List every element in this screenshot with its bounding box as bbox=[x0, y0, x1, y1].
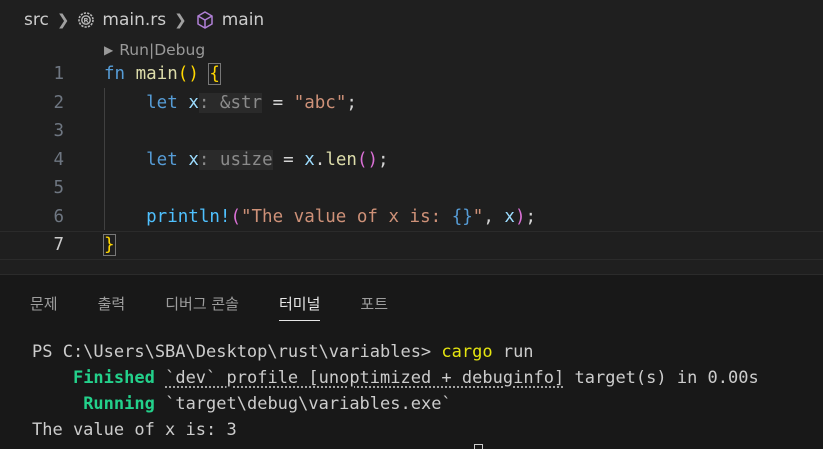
rust-gear-icon: R bbox=[77, 11, 95, 29]
code-token: " bbox=[472, 206, 484, 227]
tab-ports[interactable]: 포트 bbox=[360, 275, 388, 331]
breadcrumb-file[interactable]: R main.rs bbox=[77, 10, 166, 30]
code-text: let x: usize = x.len(); bbox=[104, 149, 389, 170]
code-line[interactable]: 5 bbox=[0, 174, 823, 203]
code-line[interactable]: 6 println!("The value of x is: {}", x); bbox=[0, 203, 823, 232]
code-token: ( bbox=[230, 206, 241, 227]
code-token: ; bbox=[378, 149, 389, 170]
code-token: { bbox=[208, 63, 221, 86]
terminal-finished-label: Finished bbox=[72, 368, 155, 388]
tab-debug-console[interactable]: 디버그 콘솔 bbox=[165, 275, 239, 331]
code-token: len bbox=[325, 149, 357, 170]
code-token: x bbox=[188, 92, 199, 113]
tab-output[interactable]: 출력 bbox=[98, 275, 126, 331]
terminal-command-args: run bbox=[492, 342, 534, 362]
chevron-right-icon: ❯ bbox=[174, 11, 187, 29]
svg-text:R: R bbox=[84, 17, 89, 25]
code-text: } bbox=[103, 234, 116, 257]
code-token: x bbox=[504, 206, 515, 227]
terminal-line-running: Running `target\debug\variables.exe` bbox=[0, 391, 823, 417]
code-token: ) bbox=[514, 206, 526, 227]
terminal-line-command: PS C:\Users\SBA\Desktop\rust\variables> … bbox=[0, 339, 823, 365]
code-token: fn bbox=[104, 64, 126, 85]
breadcrumb: src ❯ R main.rs ❯ main bbox=[0, 0, 823, 40]
code-line[interactable]: 4 let x: usize = x.len(); bbox=[0, 146, 823, 175]
terminal-finished-detail: target(s) in 0.00s bbox=[564, 368, 759, 388]
terminal-prompt: PS C:\Users\SBA\Desktop\rust\variables> bbox=[32, 342, 442, 362]
terminal-cursor bbox=[474, 444, 483, 449]
terminal-running-label: Running bbox=[83, 394, 155, 414]
breadcrumb-symbol[interactable]: main bbox=[195, 10, 264, 30]
panel-tabs: 문제 출력 디버그 콘솔 터미널 포트 bbox=[0, 275, 428, 331]
code-line[interactable]: 2 let x: &str = "abc"; bbox=[0, 89, 823, 118]
code-token: let bbox=[104, 92, 178, 113]
terminal-finished-detail-link[interactable]: `dev` profile [unoptimized + debuginfo] bbox=[165, 368, 564, 388]
code-token: () bbox=[356, 149, 379, 170]
terminal-line-output: The value of x is: 3 bbox=[0, 417, 823, 443]
terminal-running-detail: `target\debug\variables.exe` bbox=[165, 394, 452, 414]
code-token: , bbox=[483, 206, 505, 227]
terminal-output: The value of x is: 3 bbox=[32, 420, 237, 440]
breadcrumb-folder[interactable]: src bbox=[24, 10, 49, 30]
code-token: } bbox=[103, 234, 116, 257]
bottom-panel: 문제 출력 디버그 콘솔 터미널 포트 PS C:\Users\SBA\Desk… bbox=[0, 274, 823, 449]
code-token: = bbox=[262, 92, 294, 113]
line-number: 5 bbox=[53, 178, 64, 199]
code-token: main bbox=[135, 64, 178, 85]
code-token: : &str bbox=[198, 92, 263, 113]
code-text: fn main() { bbox=[104, 63, 221, 86]
code-line[interactable]: 1 fn main() { bbox=[0, 60, 823, 89]
code-token: "The value of x is: bbox=[240, 206, 452, 227]
line-number: 6 bbox=[53, 206, 64, 227]
code-token: x bbox=[188, 149, 199, 170]
line-number: 3 bbox=[53, 121, 64, 142]
code-token: println! bbox=[104, 206, 231, 227]
code-token: "abc" bbox=[293, 92, 347, 113]
terminal-line-finished: Finished `dev` profile [unoptimized + de… bbox=[0, 365, 823, 391]
code-token: : usize bbox=[198, 149, 273, 170]
code-token: x bbox=[304, 149, 315, 170]
code-token: () bbox=[177, 64, 199, 85]
terminal[interactable]: PS C:\Users\SBA\Desktop\rust\variables> … bbox=[0, 339, 823, 443]
codelens: ▶ Run | Debug bbox=[104, 40, 205, 60]
code-text: println!("The value of x is: {}", x); bbox=[104, 207, 536, 227]
code-token: let bbox=[104, 149, 178, 170]
chevron-right-icon: ❯ bbox=[56, 11, 70, 29]
code-line[interactable]: 7} bbox=[0, 231, 823, 260]
code-token: = bbox=[272, 149, 305, 170]
tab-terminal[interactable]: 터미널 bbox=[279, 275, 321, 331]
line-number: 4 bbox=[53, 149, 64, 170]
code-text: let x: &str = "abc"; bbox=[104, 92, 357, 113]
code-token: ; bbox=[346, 92, 357, 113]
terminal-command: cargo bbox=[441, 342, 493, 362]
line-number: 2 bbox=[53, 92, 64, 113]
cube-icon bbox=[195, 10, 215, 30]
code-editor[interactable]: ▶ Run | Debug 1 fn main() {2 let x: &str … bbox=[0, 40, 823, 274]
play-icon: ▶ bbox=[104, 43, 114, 57]
code-line[interactable]: 3 bbox=[0, 117, 823, 146]
codelens-debug[interactable]: Debug bbox=[154, 41, 205, 59]
code-token: {} bbox=[451, 206, 473, 227]
line-number: 1 bbox=[53, 64, 64, 85]
code-token: ; bbox=[525, 206, 537, 227]
codelens-run[interactable]: Run bbox=[119, 41, 149, 59]
line-number: 7 bbox=[53, 235, 64, 256]
tab-problems[interactable]: 문제 bbox=[30, 275, 58, 331]
code-token: . bbox=[314, 149, 326, 170]
